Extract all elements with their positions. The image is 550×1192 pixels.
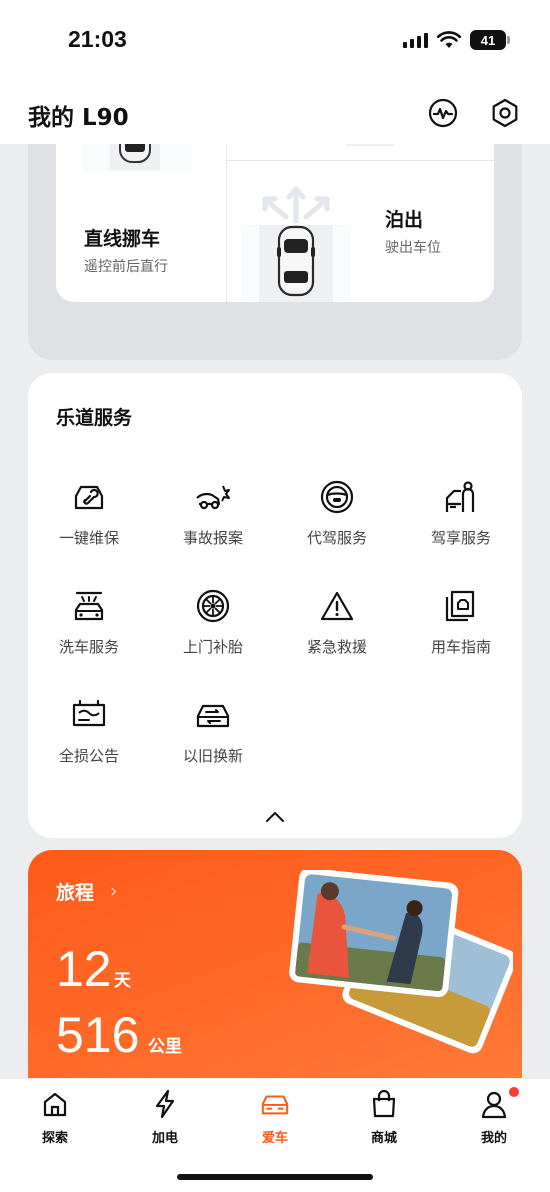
tab-my-car[interactable]: 爱车: [240, 1089, 310, 1149]
scroll-content[interactable]: P 直线挪车 遥控前后直行: [0, 144, 550, 1078]
exit-parking-title: 泊出: [385, 209, 424, 231]
exit-parking-car-image: [241, 186, 351, 302]
service-label: 用车指南: [430, 638, 491, 656]
svg-text:P: P: [360, 144, 375, 145]
service-label: 代驾服务: [306, 529, 367, 547]
tire-icon: [195, 588, 231, 624]
activity-icon[interactable]: [426, 96, 460, 130]
wifi-icon: [437, 31, 461, 48]
trip-days-value: 12: [56, 941, 112, 997]
service-label: 紧急救援: [306, 638, 367, 656]
tab-shop[interactable]: 商城: [349, 1089, 419, 1149]
tab-label: 爱车: [261, 1131, 288, 1146]
service-maintenance[interactable]: 一键维保: [34, 479, 144, 559]
page-title: 我的 L90: [28, 105, 129, 131]
car-wash-icon: [71, 588, 107, 624]
tab-charging[interactable]: 加电: [130, 1089, 200, 1149]
tab-label: 加电: [151, 1131, 178, 1146]
home-icon: [40, 1089, 70, 1119]
service-label: 上门补胎: [182, 638, 243, 656]
remote-parking-panel: P 直线挪车 遥控前后直行: [56, 144, 494, 302]
service-label: 一键维保: [58, 529, 119, 547]
person-door-icon: [443, 479, 479, 515]
service-label: 全损公告: [58, 747, 119, 765]
car-icon: [260, 1089, 290, 1119]
tab-mine[interactable]: 我的: [459, 1087, 529, 1149]
trip-title: 旅程: [56, 882, 95, 904]
service-emergency-rescue[interactable]: 紧急救援: [282, 588, 392, 668]
straight-move-title: 直线挪车: [84, 228, 161, 250]
trip-distance-value: 516: [56, 1007, 140, 1063]
trip-card[interactable]: 旅程 › 12 天 516 公里: [28, 850, 522, 1078]
services-card: 乐道服务 一键维保 事故报案 代驾服务 驾享服务 洗车服务 上门补胎 紧急救援 …: [28, 373, 522, 838]
service-user-guide[interactable]: 用车指南: [406, 588, 516, 668]
car-crash-icon: [195, 479, 231, 515]
car-wrench-icon: [71, 479, 107, 515]
car-trade-in-icon: [195, 697, 231, 733]
tab-label: 商城: [370, 1131, 397, 1146]
straight-move-subtitle: 遥控前后直行: [84, 259, 168, 275]
battery-notice-icon: [71, 697, 107, 733]
service-tire-repair[interactable]: 上门补胎: [158, 588, 268, 668]
notification-dot: [509, 1087, 519, 1097]
settings-icon[interactable]: [488, 96, 522, 130]
warning-triangle-icon: [319, 588, 355, 624]
header: 我的 L90: [0, 82, 550, 144]
exit-parking-subtitle: 驶出车位: [385, 240, 441, 256]
trip-distance-unit: 公里: [148, 1037, 182, 1057]
service-label: 驾享服务: [430, 529, 491, 547]
user-icon: [479, 1089, 509, 1119]
service-total-loss-notice[interactable]: 全损公告: [34, 697, 144, 777]
service-label: 洗车服务: [58, 638, 119, 656]
steering-wheel-icon: [319, 479, 355, 515]
service-label: 事故报案: [182, 529, 243, 547]
parking-car-image: [82, 144, 192, 172]
straight-move-button[interactable]: 直线挪车 遥控前后直行: [56, 174, 226, 302]
service-designated-driver[interactable]: 代驾服务: [282, 479, 392, 559]
status-bar: 21:03 41: [0, 0, 550, 82]
service-accident-report[interactable]: 事故报案: [158, 479, 268, 559]
battery-icon: 41: [470, 30, 510, 50]
service-trade-in[interactable]: 以旧换新: [158, 697, 268, 777]
status-icons: 41: [403, 30, 510, 50]
home-indicator[interactable]: [177, 1174, 373, 1180]
cellular-signal-icon: [403, 32, 428, 48]
guide-book-icon: [443, 588, 479, 624]
trip-days-unit: 天: [114, 971, 131, 991]
tab-explore[interactable]: 探索: [20, 1089, 90, 1149]
status-time: 21:03: [68, 26, 127, 52]
tab-label: 我的: [480, 1131, 507, 1146]
lightning-icon: [150, 1089, 180, 1119]
service-car-wash[interactable]: 洗车服务: [34, 588, 144, 668]
trip-photo-stack-image: [289, 870, 513, 1054]
service-label: 以旧换新: [182, 747, 243, 765]
parking-p-graphic: P: [346, 144, 394, 146]
tab-label: 探索: [41, 1131, 68, 1146]
collapse-chevron-up-icon[interactable]: [264, 810, 286, 824]
chevron-right-icon: ›: [110, 880, 118, 902]
services-title: 乐道服务: [56, 407, 133, 429]
service-premium-driving[interactable]: 驾享服务: [406, 479, 516, 559]
exit-parking-button[interactable]: 泊出 驶出车位: [227, 161, 494, 302]
remote-parking-card: P 直线挪车 遥控前后直行: [28, 144, 522, 360]
shopping-bag-icon: [369, 1089, 399, 1119]
